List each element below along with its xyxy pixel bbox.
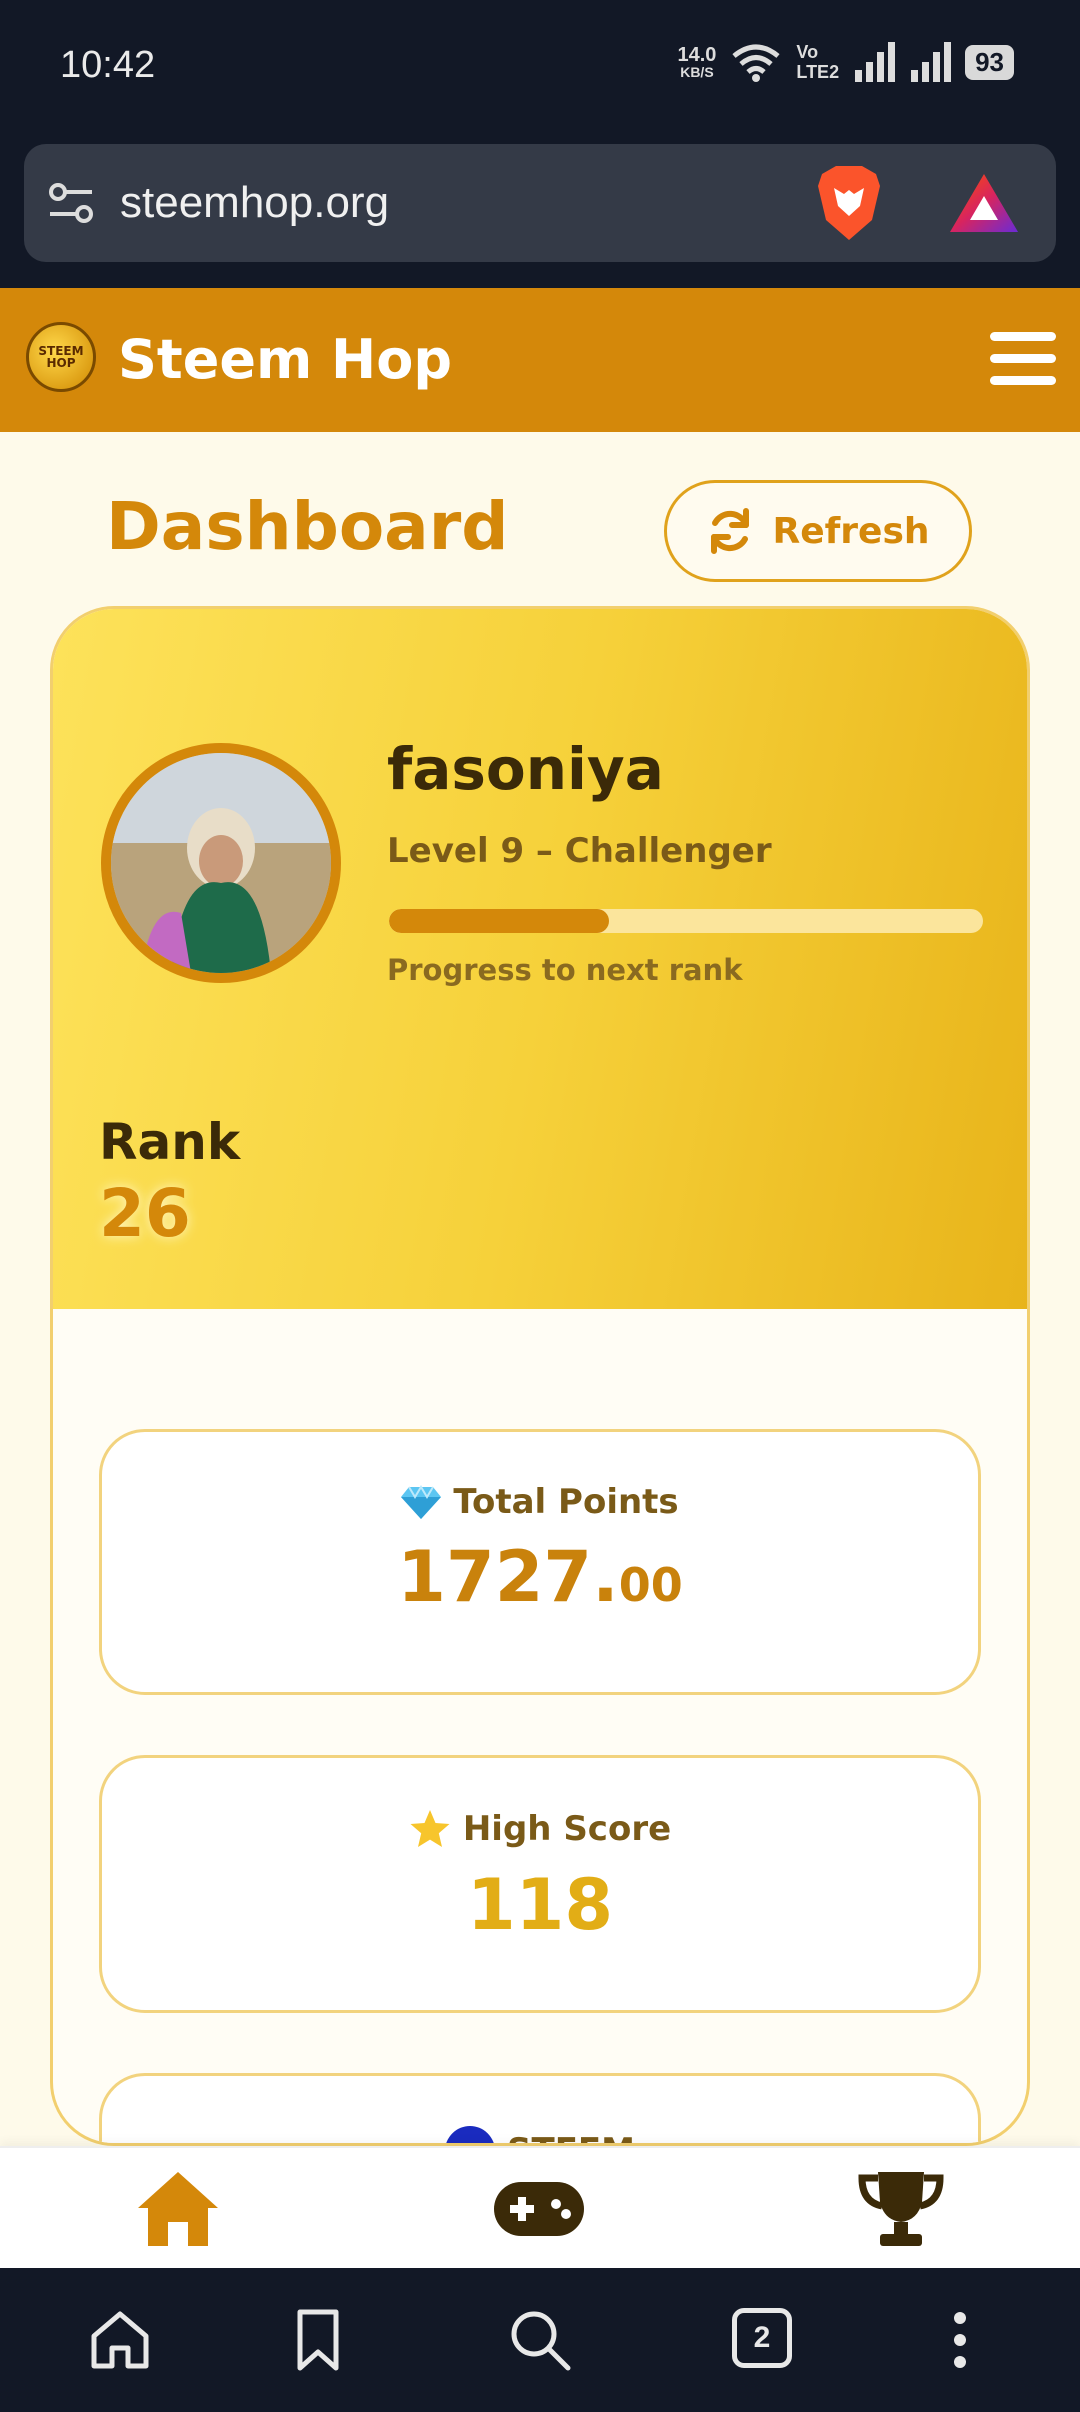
- profile-card: fasoniya Level 9 – Challenger Progress t…: [50, 606, 1030, 2146]
- gamepad-icon[interactable]: [492, 2180, 586, 2238]
- total-points-card: Total Points 1727.00: [99, 1429, 981, 1695]
- signal-icon-2: [911, 42, 952, 82]
- avatar: [101, 743, 341, 983]
- total-points-value: 1727.00: [102, 1536, 978, 1618]
- high-score-label-row: High Score: [102, 1808, 978, 1850]
- volte-bottom: LTE2: [796, 62, 840, 82]
- site-header: STEEM HOP Steem Hop: [0, 288, 1080, 432]
- browser-home-icon[interactable]: [88, 2308, 152, 2372]
- home-icon[interactable]: [136, 2170, 220, 2248]
- steem-label: STEEM: [507, 2131, 635, 2143]
- steem-icon: [445, 2126, 496, 2143]
- refresh-button[interactable]: Refresh: [664, 480, 972, 582]
- star-icon: [410, 1810, 450, 1847]
- high-score-card: High Score 118: [99, 1755, 981, 2013]
- bookmark-icon[interactable]: [286, 2308, 350, 2372]
- total-points-label-row: Total Points: [102, 1482, 978, 1522]
- status-bar: 10:42 14.0 KB/S Vo LTE2 93: [0, 0, 1080, 140]
- volte-indicator: Vo LTE2: [796, 42, 839, 82]
- rank-progress-fill: [389, 909, 609, 933]
- more-icon[interactable]: [928, 2308, 992, 2372]
- profile-header: fasoniya Level 9 – Challenger Progress t…: [53, 609, 1027, 1309]
- url-text[interactable]: steemhop.org: [120, 178, 389, 228]
- menu-bar: [990, 354, 1056, 363]
- browser-toolbar: steemhop.org: [0, 140, 1080, 288]
- progress-label: Progress to next rank: [387, 953, 743, 987]
- high-score-label: High Score: [462, 1809, 672, 1849]
- volte-top: Vo: [796, 42, 819, 62]
- url-bar[interactable]: steemhop.org: [24, 144, 1056, 262]
- wifi-icon: [732, 44, 780, 82]
- username: fasoniya: [387, 735, 664, 803]
- total-points-int: 1727.: [397, 1536, 619, 1618]
- gem-icon: [401, 1485, 442, 1519]
- url-settings-icon[interactable]: [48, 182, 94, 224]
- browser-bottom-bar: 2: [0, 2268, 1080, 2412]
- high-score-value: 118: [466, 1864, 614, 1946]
- site-bottom-nav: [0, 2146, 1080, 2268]
- rank-label: Rank: [99, 1113, 241, 1171]
- brave-lion-icon[interactable]: [814, 164, 884, 242]
- rank-value: 26: [99, 1175, 191, 1252]
- total-points-dec: 00: [618, 1558, 683, 1612]
- status-icons: 14.0 KB/S Vo LTE2 93: [677, 42, 1014, 82]
- page-title: Dashboard: [106, 488, 509, 565]
- brave-rewards-icon[interactable]: [948, 172, 1020, 234]
- status-time: 10:42: [60, 44, 156, 86]
- refresh-icon: [711, 508, 750, 554]
- trophy-icon[interactable]: [858, 2168, 944, 2248]
- logo-text: STEEM HOP: [38, 344, 84, 370]
- net-speed: 14.0 KB/S: [677, 45, 716, 79]
- level-label: Level 9 – Challenger: [387, 831, 772, 871]
- menu-icon[interactable]: [990, 332, 1056, 388]
- net-speed-unit: KB/S: [680, 64, 714, 80]
- site-logo[interactable]: STEEM HOP: [26, 322, 96, 392]
- menu-bar: [990, 332, 1056, 341]
- signal-icon-1: [855, 42, 896, 82]
- net-speed-value: 14.0: [677, 44, 717, 66]
- steem-card: STEEM: [99, 2073, 981, 2143]
- rank-progress-bar: [389, 909, 983, 933]
- search-icon[interactable]: [508, 2308, 572, 2372]
- total-points-label: Total Points: [453, 1482, 679, 1522]
- tabs-count-button[interactable]: 2: [732, 2308, 792, 2368]
- battery-level: 93: [965, 44, 1014, 80]
- avatar-photo: [111, 753, 331, 973]
- site-title[interactable]: Steem Hop: [118, 328, 452, 391]
- menu-bar: [990, 376, 1056, 385]
- refresh-label: Refresh: [772, 510, 930, 552]
- steem-label-row: STEEM: [102, 2126, 978, 2143]
